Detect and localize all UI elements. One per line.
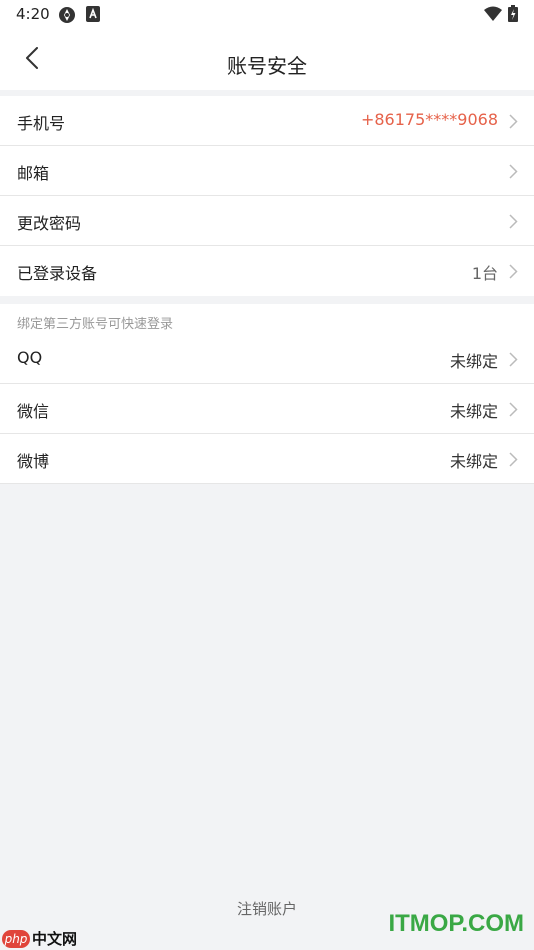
- chevron-right-icon: [509, 114, 518, 129]
- chevron-right-icon: [509, 264, 518, 279]
- accessibility-icon: [86, 6, 100, 26]
- logged-devices-row[interactable]: 已登录设备 1台: [0, 246, 534, 296]
- wifi-icon: [484, 6, 502, 25]
- chevron-right-icon: [509, 352, 518, 367]
- battery-icon: [508, 5, 518, 26]
- chevron-right-icon: [509, 402, 518, 417]
- wechat-label: 微信: [17, 402, 50, 421]
- weibo-row[interactable]: 微博 未绑定: [0, 434, 534, 484]
- phone-value: +86175****9068: [360, 110, 498, 129]
- chevron-right-icon: [509, 164, 518, 179]
- status-time: 4:20: [16, 5, 50, 23]
- third-party-group: 绑定第三方账号可快速登录 QQ 未绑定 微信 未绑定 微博 未绑定: [0, 304, 534, 484]
- chevron-right-icon: [509, 214, 518, 229]
- email-label: 邮箱: [17, 164, 50, 183]
- itmop-watermark: ITMOP.COM: [388, 910, 524, 937]
- change-password-label: 更改密码: [17, 214, 82, 233]
- third-party-caption: 绑定第三方账号可快速登录: [17, 317, 174, 332]
- qq-label: QQ: [17, 348, 43, 367]
- nav-bar: 账号安全: [0, 28, 534, 90]
- phone-row[interactable]: 手机号 +86175****9068: [0, 96, 534, 146]
- email-row[interactable]: 邮箱: [0, 146, 534, 196]
- php-watermark: php 中文网: [2, 928, 77, 949]
- weibo-label: 微博: [17, 452, 50, 471]
- weibo-status: 未绑定: [449, 452, 498, 471]
- account-settings-group: 手机号 +86175****9068 邮箱 更改密码 已登录设备 1台: [0, 96, 534, 296]
- wechat-row[interactable]: 微信 未绑定: [0, 384, 534, 434]
- page-title: 账号安全: [227, 54, 307, 78]
- wechat-status: 未绑定: [449, 402, 498, 421]
- qq-row[interactable]: QQ 未绑定: [0, 334, 534, 384]
- php-logo-text: 中文网: [32, 930, 78, 948]
- php-logo-badge: php: [2, 929, 30, 948]
- logged-devices-count: 1台: [471, 264, 498, 283]
- status-bar: 4:20: [0, 0, 534, 28]
- logged-devices-label: 已登录设备: [17, 264, 98, 283]
- qq-status: 未绑定: [449, 352, 498, 371]
- change-password-row[interactable]: 更改密码: [0, 196, 534, 246]
- chevron-right-icon: [509, 452, 518, 467]
- sync-icon: [58, 6, 76, 28]
- phone-label: 手机号: [17, 114, 66, 133]
